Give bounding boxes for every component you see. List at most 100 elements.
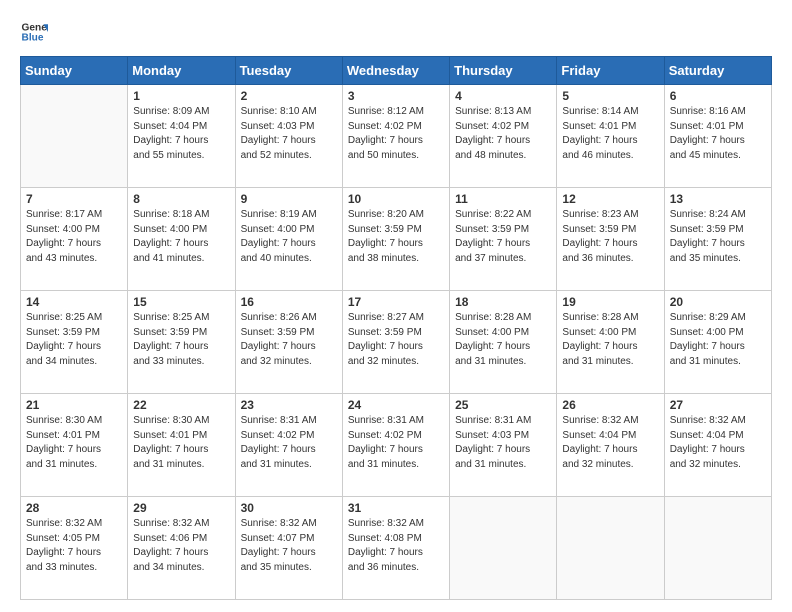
day-number: 10 xyxy=(348,192,444,206)
day-info: Sunrise: 8:27 AM Sunset: 3:59 PM Dayligh… xyxy=(348,311,444,369)
day-number: 17 xyxy=(348,295,444,309)
day-number: 16 xyxy=(241,295,337,309)
day-info: Sunrise: 8:12 AM Sunset: 4:02 PM Dayligh… xyxy=(348,105,444,163)
day-number: 7 xyxy=(26,192,122,206)
day-number: 8 xyxy=(133,192,229,206)
day-info: Sunrise: 8:14 AM Sunset: 4:01 PM Dayligh… xyxy=(562,105,658,163)
day-number: 30 xyxy=(241,501,337,515)
day-info: Sunrise: 8:23 AM Sunset: 3:59 PM Dayligh… xyxy=(562,208,658,266)
day-number: 1 xyxy=(133,89,229,103)
calendar-cell: 4Sunrise: 8:13 AM Sunset: 4:02 PM Daylig… xyxy=(450,85,557,188)
calendar-cell: 5Sunrise: 8:14 AM Sunset: 4:01 PM Daylig… xyxy=(557,85,664,188)
day-info: Sunrise: 8:25 AM Sunset: 3:59 PM Dayligh… xyxy=(26,311,122,369)
day-info: Sunrise: 8:20 AM Sunset: 3:59 PM Dayligh… xyxy=(348,208,444,266)
day-info: Sunrise: 8:32 AM Sunset: 4:05 PM Dayligh… xyxy=(26,517,122,575)
day-info: Sunrise: 8:32 AM Sunset: 4:04 PM Dayligh… xyxy=(670,414,766,472)
day-of-week-header: Monday xyxy=(128,57,235,85)
day-info: Sunrise: 8:29 AM Sunset: 4:00 PM Dayligh… xyxy=(670,311,766,369)
calendar-cell: 29 Sunrise: 8:32 AM Sunset: 4:06 PM Dayli… xyxy=(128,497,235,600)
day-number: 21 xyxy=(26,398,122,412)
calendar-cell: 26 Sunrise: 8:32 AM Sunset: 4:04 PM Dayli… xyxy=(557,394,664,497)
day-info: Sunrise: 8:09 AM Sunset: 4:04 PM Dayligh… xyxy=(133,105,229,163)
day-info: Sunrise: 8:16 AM Sunset: 4:01 PM Dayligh… xyxy=(670,105,766,163)
calendar-cell: 28Sunrise: 8:32 AM Sunset: 4:05 PM Dayli… xyxy=(21,497,128,600)
day-number: 26 xyxy=(562,398,658,412)
day-info: Sunrise: 8:32 AM Sunset: 4:04 PM Dayligh… xyxy=(562,414,658,472)
calendar-cell: 25 Sunrise: 8:31 AM Sunset: 4:03 PM Dayli… xyxy=(450,394,557,497)
calendar-cell xyxy=(21,85,128,188)
calendar-cell: 7Sunrise: 8:17 AM Sunset: 4:00 PM Daylig… xyxy=(21,188,128,291)
calendar-cell xyxy=(664,497,771,600)
day-number: 27 xyxy=(670,398,766,412)
day-number: 29 xyxy=(133,501,229,515)
day-info: Sunrise: 8:32 AM Sunset: 4:07 PM Dayligh… xyxy=(241,517,337,575)
calendar-week-row: 1 Sunrise: 8:09 AM Sunset: 4:04 PM Daylig… xyxy=(21,85,772,188)
day-info: Sunrise: 8:30 AM Sunset: 4:01 PM Dayligh… xyxy=(26,414,122,472)
svg-text:Blue: Blue xyxy=(22,33,44,44)
calendar-cell xyxy=(557,497,664,600)
day-info: Sunrise: 8:28 AM Sunset: 4:00 PM Dayligh… xyxy=(455,311,551,369)
calendar-cell: 16Sunrise: 8:26 AM Sunset: 3:59 PM Dayli… xyxy=(235,291,342,394)
day-info: Sunrise: 8:22 AM Sunset: 3:59 PM Dayligh… xyxy=(455,208,551,266)
header: General Blue xyxy=(20,18,772,46)
day-number: 6 xyxy=(670,89,766,103)
day-number: 23 xyxy=(241,398,337,412)
calendar-cell: 9 Sunrise: 8:19 AM Sunset: 4:00 PM Daylig… xyxy=(235,188,342,291)
day-number: 20 xyxy=(670,295,766,309)
day-number: 15 xyxy=(133,295,229,309)
day-number: 9 xyxy=(241,192,337,206)
calendar-cell: 10 Sunrise: 8:20 AM Sunset: 3:59 PM Dayli… xyxy=(342,188,449,291)
day-info: Sunrise: 8:24 AM Sunset: 3:59 PM Dayligh… xyxy=(670,208,766,266)
calendar-cell: 17 Sunrise: 8:27 AM Sunset: 3:59 PM Dayli… xyxy=(342,291,449,394)
day-number: 2 xyxy=(241,89,337,103)
day-number: 11 xyxy=(455,192,551,206)
calendar-week-row: 14 Sunrise: 8:25 AM Sunset: 3:59 PM Dayli… xyxy=(21,291,772,394)
calendar-cell: 14 Sunrise: 8:25 AM Sunset: 3:59 PM Dayli… xyxy=(21,291,128,394)
calendar-cell: 23 Sunrise: 8:31 AM Sunset: 4:02 PM Dayli… xyxy=(235,394,342,497)
calendar-cell: 6 Sunrise: 8:16 AM Sunset: 4:01 PM Daylig… xyxy=(664,85,771,188)
calendar-week-row: 21 Sunrise: 8:30 AM Sunset: 4:01 PM Dayli… xyxy=(21,394,772,497)
calendar-cell: 2 Sunrise: 8:10 AM Sunset: 4:03 PM Daylig… xyxy=(235,85,342,188)
day-info: Sunrise: 8:18 AM Sunset: 4:00 PM Dayligh… xyxy=(133,208,229,266)
day-info: Sunrise: 8:28 AM Sunset: 4:00 PM Dayligh… xyxy=(562,311,658,369)
day-info: Sunrise: 8:32 AM Sunset: 4:08 PM Dayligh… xyxy=(348,517,444,575)
calendar-cell: 27 Sunrise: 8:32 AM Sunset: 4:04 PM Dayli… xyxy=(664,394,771,497)
day-number: 19 xyxy=(562,295,658,309)
day-info: Sunrise: 8:31 AM Sunset: 4:03 PM Dayligh… xyxy=(455,414,551,472)
day-of-week-header: Sunday xyxy=(21,57,128,85)
day-of-week-header: Friday xyxy=(557,57,664,85)
calendar-cell: 8 Sunrise: 8:18 AM Sunset: 4:00 PM Daylig… xyxy=(128,188,235,291)
day-number: 18 xyxy=(455,295,551,309)
calendar-week-row: 28Sunrise: 8:32 AM Sunset: 4:05 PM Dayli… xyxy=(21,497,772,600)
day-number: 25 xyxy=(455,398,551,412)
calendar-cell: 20 Sunrise: 8:29 AM Sunset: 4:00 PM Dayli… xyxy=(664,291,771,394)
day-number: 3 xyxy=(348,89,444,103)
calendar-cell xyxy=(450,497,557,600)
calendar-cell: 21 Sunrise: 8:30 AM Sunset: 4:01 PM Dayli… xyxy=(21,394,128,497)
day-number: 24 xyxy=(348,398,444,412)
day-number: 13 xyxy=(670,192,766,206)
logo-icon: General Blue xyxy=(20,18,48,46)
day-info: Sunrise: 8:32 AM Sunset: 4:06 PM Dayligh… xyxy=(133,517,229,575)
day-of-week-header: Tuesday xyxy=(235,57,342,85)
day-info: Sunrise: 8:10 AM Sunset: 4:03 PM Dayligh… xyxy=(241,105,337,163)
calendar-cell: 22 Sunrise: 8:30 AM Sunset: 4:01 PM Dayli… xyxy=(128,394,235,497)
day-of-week-header: Thursday xyxy=(450,57,557,85)
day-number: 22 xyxy=(133,398,229,412)
calendar-header-row: SundayMondayTuesdayWednesdayThursdayFrid… xyxy=(21,57,772,85)
day-number: 31 xyxy=(348,501,444,515)
day-number: 14 xyxy=(26,295,122,309)
calendar-cell: 12 Sunrise: 8:23 AM Sunset: 3:59 PM Dayli… xyxy=(557,188,664,291)
day-of-week-header: Wednesday xyxy=(342,57,449,85)
calendar-week-row: 7Sunrise: 8:17 AM Sunset: 4:00 PM Daylig… xyxy=(21,188,772,291)
day-info: Sunrise: 8:30 AM Sunset: 4:01 PM Dayligh… xyxy=(133,414,229,472)
day-info: Sunrise: 8:19 AM Sunset: 4:00 PM Dayligh… xyxy=(241,208,337,266)
day-number: 12 xyxy=(562,192,658,206)
calendar-cell: 1 Sunrise: 8:09 AM Sunset: 4:04 PM Daylig… xyxy=(128,85,235,188)
day-info: Sunrise: 8:31 AM Sunset: 4:02 PM Dayligh… xyxy=(348,414,444,472)
day-info: Sunrise: 8:25 AM Sunset: 3:59 PM Dayligh… xyxy=(133,311,229,369)
calendar-cell: 24 Sunrise: 8:31 AM Sunset: 4:02 PM Dayli… xyxy=(342,394,449,497)
day-info: Sunrise: 8:31 AM Sunset: 4:02 PM Dayligh… xyxy=(241,414,337,472)
calendar-cell: 13 Sunrise: 8:24 AM Sunset: 3:59 PM Dayli… xyxy=(664,188,771,291)
day-number: 4 xyxy=(455,89,551,103)
